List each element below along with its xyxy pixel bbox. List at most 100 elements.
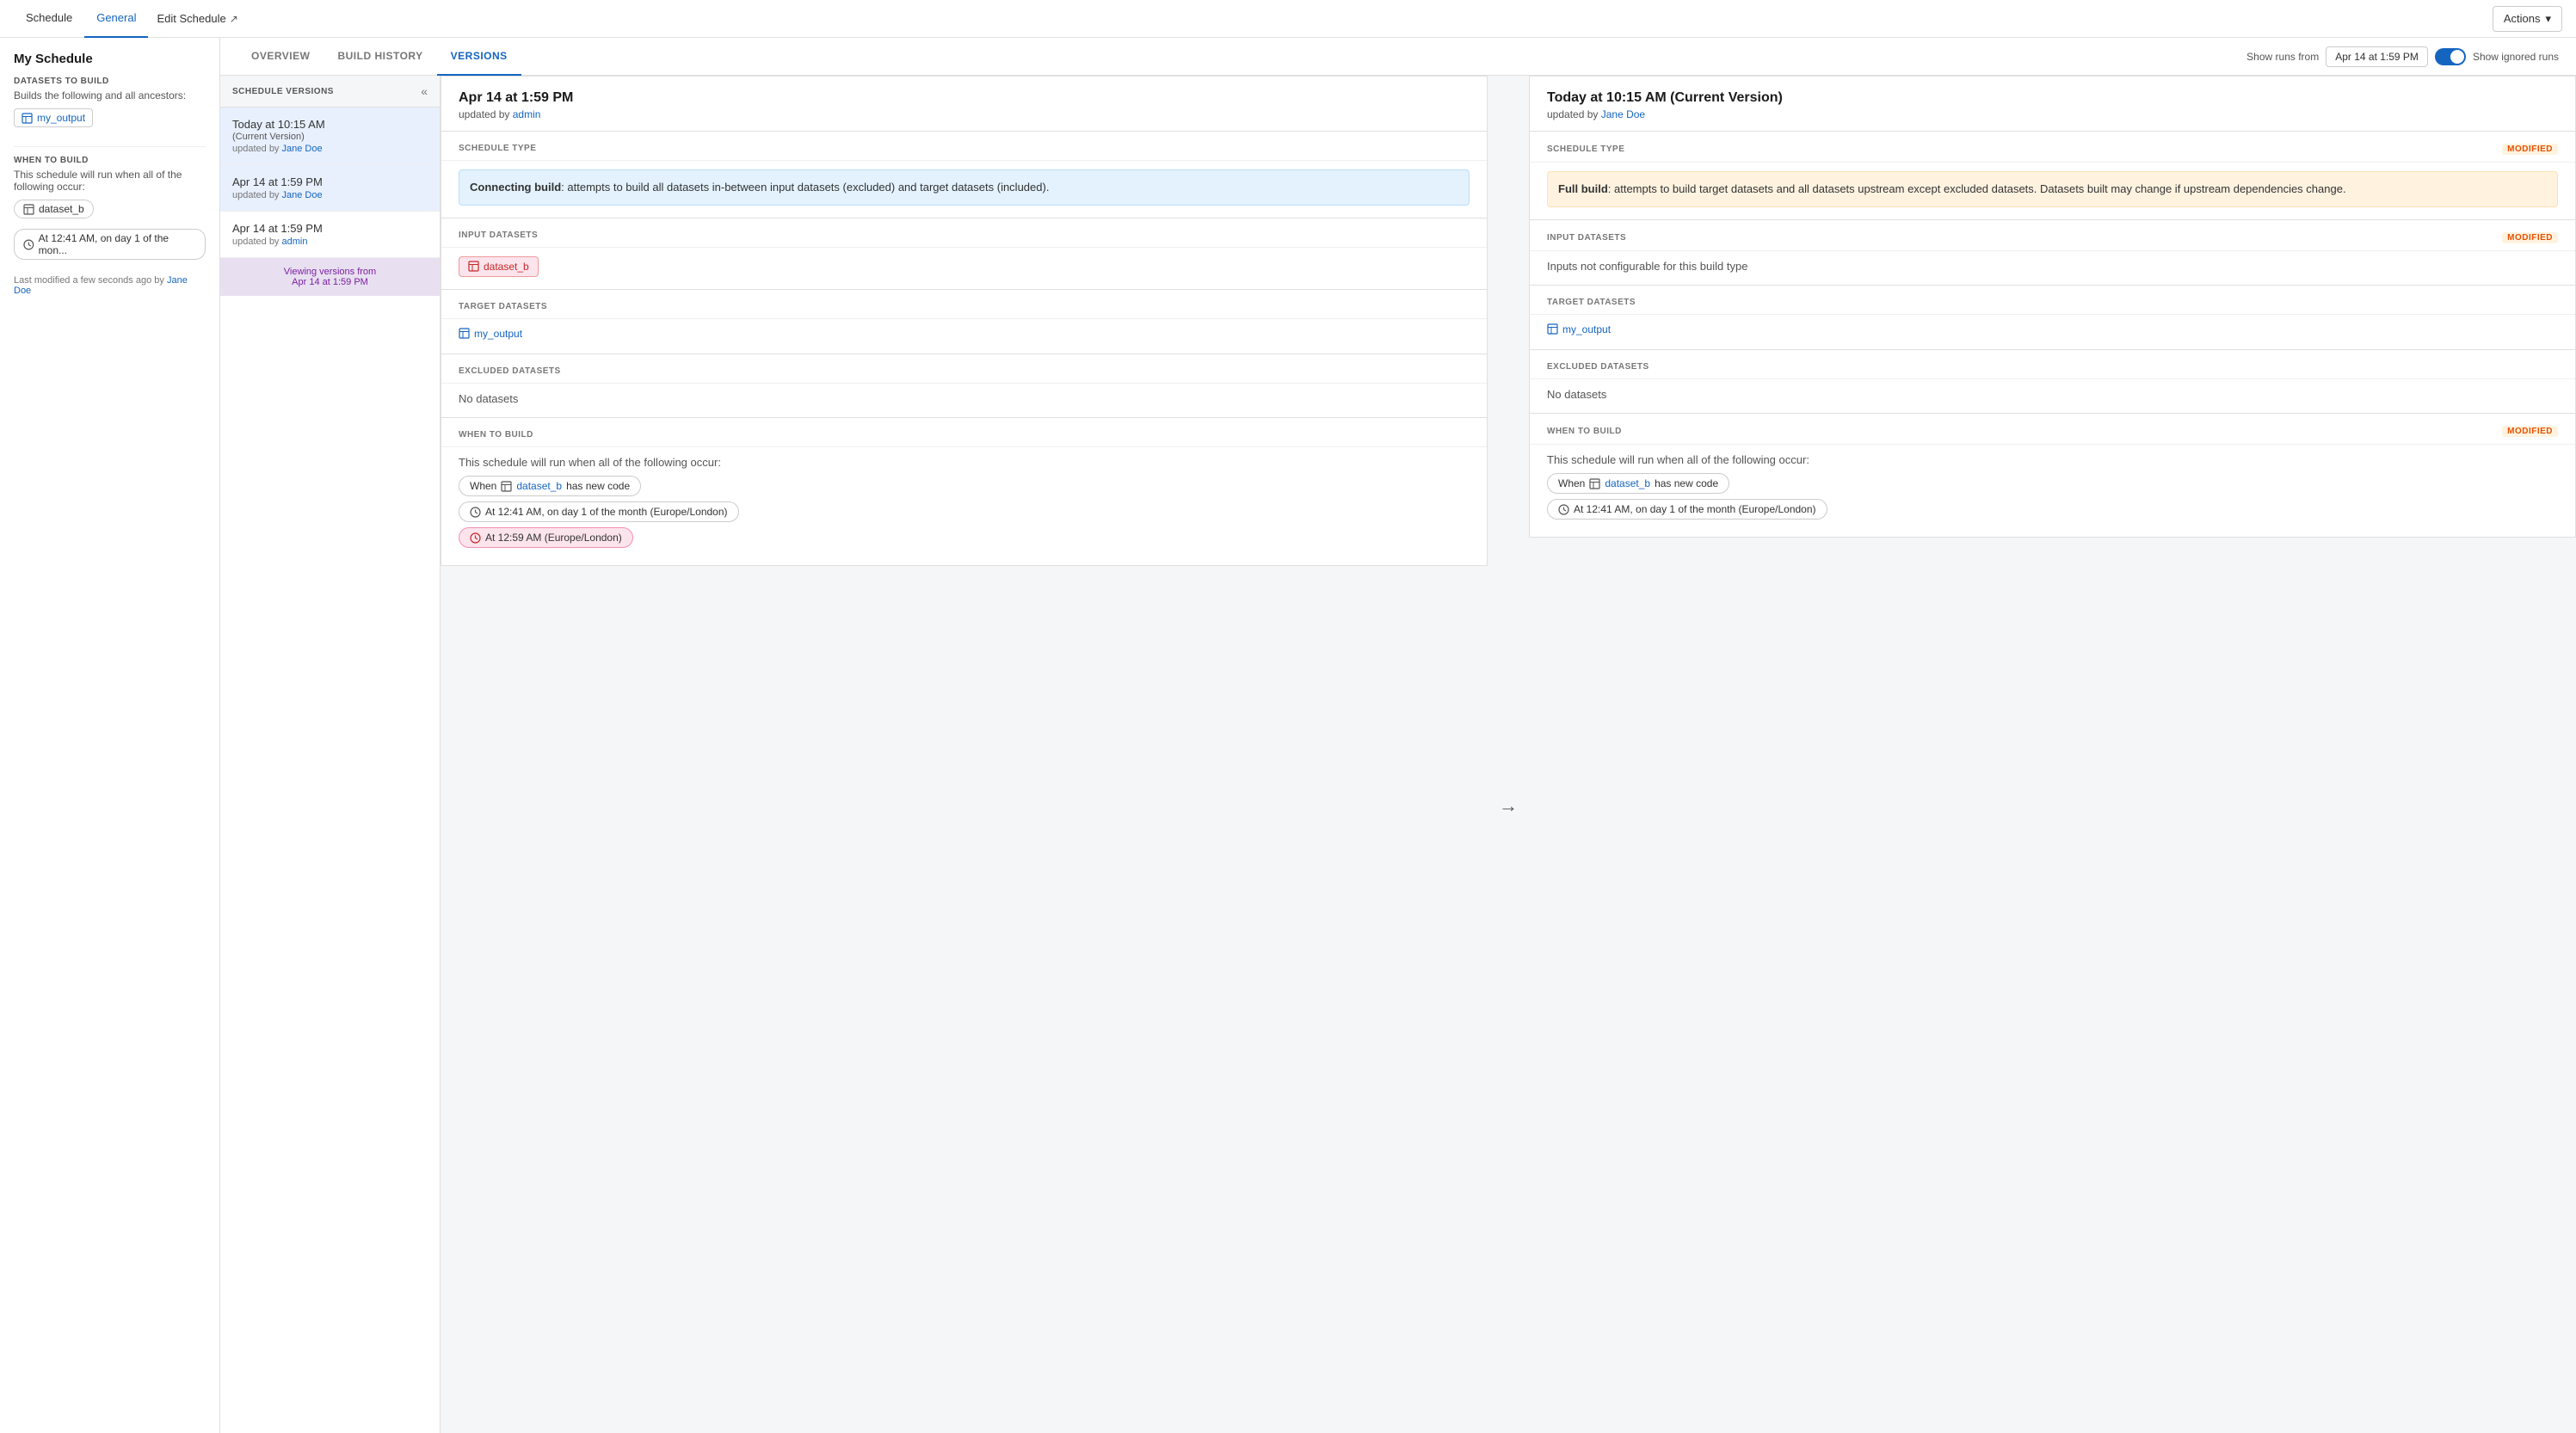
right-schedule-type-desc: : attempts to build target datasets and … [1608,182,2346,195]
version-item-1[interactable]: Today at 10:15 AM (Current Version) upda… [220,108,440,165]
tab-build-history[interactable]: BUILD HISTORY [324,38,436,76]
comparison-area: Apr 14 at 1:59 PM updated by admin SCHED… [441,76,2576,1433]
right-input-datasets-value: Inputs not configurable for this build t… [1547,260,1747,273]
right-cond1-table-icon [1589,478,1600,489]
left-when-to-build-content: This schedule will run when all of the f… [441,447,1487,565]
right-cond1-dataset: dataset_b [1605,477,1650,489]
left-schedule-type-desc: : attempts to build all datasets in-betw… [561,181,1049,194]
right-excluded-datasets-header: EXCLUDED DATASETS [1530,350,2575,379]
nav-tab-general[interactable]: General [84,0,148,38]
version-2-date: Apr 14 at 1:59 PM [232,175,428,188]
left-input-datasets-section: INPUT DATASETS dataset_b [441,218,1488,290]
datasets-to-build-label: DATASETS TO BUILD [14,77,206,86]
show-ignored-toggle[interactable] [2435,48,2466,65]
left-input-dataset-chip[interactable]: dataset_b [459,256,539,277]
right-col-header: Today at 10:15 AM (Current Version) upda… [1529,76,2576,132]
left-excluded-datasets-section: EXCLUDED DATASETS No datasets [441,354,1488,418]
collapse-panel-button[interactable]: « [421,84,428,98]
right-when-to-build-label: WHEN TO BUILD Modified [1547,426,2558,437]
viewing-from-box: Viewing versions from Apr 14 at 1:59 PM [220,258,440,296]
left-cond3-clock-icon [470,532,481,544]
left-target-datasets-label: TARGET DATASETS [459,302,1470,311]
tab-versions[interactable]: VERSIONS [437,38,521,76]
left-target-dataset-chip[interactable]: my_output [459,328,522,340]
top-nav: Schedule General Edit Schedule ↗ Actions… [0,0,2576,38]
version-item-3[interactable]: Apr 14 at 1:59 PM updated by admin [220,212,440,258]
left-cond2-clock-icon [470,507,481,518]
left-col-header: Apr 14 at 1:59 PM updated by admin [441,76,1488,132]
right-schedule-type-section: SCHEDULE TYPE Modified Full build: attem… [1529,132,2576,220]
content-area: OVERVIEW BUILD HISTORY VERSIONS Show run… [220,38,2576,1433]
version-2-user[interactable]: Jane Doe [282,190,323,200]
version-3-user[interactable]: admin [282,237,308,247]
version-1-sub: (Current Version) [232,132,428,142]
condition-chip-time[interactable]: At 12:41 AM, on day 1 of the mon... [14,229,206,260]
left-col-user[interactable]: admin [513,108,541,120]
viewing-from-date: Apr 14 at 1:59 PM [292,277,368,287]
right-target-dataset-chip[interactable]: my_output [1547,323,1611,335]
sidebar-title: My Schedule [14,52,206,66]
left-condition-1[interactable]: When dataset_b has new code [459,476,641,496]
condition-chip-dataset[interactable]: dataset_b [14,200,94,218]
version-item-2[interactable]: Apr 14 at 1:59 PM updated by Jane Doe [220,165,440,212]
datasets-to-build-desc: Builds the following and all ancestors: [14,89,206,101]
left-condition-2[interactable]: At 12:41 AM, on day 1 of the month (Euro… [459,501,739,522]
left-excluded-datasets-header: EXCLUDED DATASETS [441,354,1487,384]
table-icon-2 [23,204,34,215]
left-schedule-type-header: SCHEDULE TYPE [441,132,1487,161]
right-target-datasets-label: TARGET DATASETS [1547,298,2558,307]
right-excluded-datasets-value: No datasets [1547,388,1606,401]
left-cond2-text: At 12:41 AM, on day 1 of the month (Euro… [485,506,728,518]
right-schedule-type-box: Full build: attempts to build target dat… [1547,171,2558,207]
right-excluded-datasets-label: EXCLUDED DATASETS [1547,362,2558,372]
right-target-datasets-section: TARGET DATASETS my_output [1529,286,2576,351]
output-dataset-chip[interactable]: my_output [14,108,93,127]
left-cond1-table-icon [501,481,512,492]
versions-panel: SCHEDULE VERSIONS « Today at 10:15 AM (C… [220,76,441,1433]
when-to-build-label: WHEN TO BUILD [14,156,206,165]
right-excluded-datasets-content: No datasets [1530,379,2575,413]
right-condition-2[interactable]: At 12:41 AM, on day 1 of the month (Euro… [1547,499,1827,520]
date-picker-button[interactable]: Apr 14 at 1:59 PM [2326,46,2428,67]
comparison-arrow: → [1488,76,1529,1433]
versions-panel-title: SCHEDULE VERSIONS [232,87,334,96]
left-when-to-build-header: WHEN TO BUILD [441,418,1487,447]
condition-dataset-label: dataset_b [39,203,84,215]
left-input-datasets-label: INPUT DATASETS [459,231,1470,240]
right-col-user[interactable]: Jane Doe [1601,108,1645,120]
right-schedule-type-content: Full build: attempts to build target dat… [1530,163,2575,219]
right-excluded-datasets-section: EXCLUDED DATASETS No datasets [1529,350,2576,414]
tab-bar: OVERVIEW BUILD HISTORY VERSIONS Show run… [220,38,2576,76]
right-cond2-text: At 12:41 AM, on day 1 of the month (Euro… [1574,503,1816,515]
right-target-dataset-name: my_output [1562,323,1611,335]
left-condition-1-when: When [470,480,496,492]
output-dataset-label: my_output [37,112,85,124]
left-target-dataset-name: my_output [474,328,522,340]
version-1-user[interactable]: Jane Doe [282,144,323,154]
sidebar: My Schedule DATASETS TO BUILD Builds the… [0,38,220,1433]
table-icon [22,113,33,124]
arrow-icon: → [1499,795,1518,817]
main-layout: My Schedule DATASETS TO BUILD Builds the… [0,38,2576,1433]
clock-icon [23,239,34,250]
left-target-datasets-content: my_output [441,319,1487,354]
right-schedule-type-label: SCHEDULE TYPE Modified [1547,144,2558,155]
right-schedule-type-modified-badge: Modified [2502,144,2558,155]
left-cond1-dataset: dataset_b [516,480,562,492]
left-schedule-type-label: SCHEDULE TYPE [459,144,1470,153]
right-input-datasets-section: INPUT DATASETS Modified Inputs not confi… [1529,220,2576,286]
left-when-desc: This schedule will run when all of the f… [459,456,1470,469]
right-condition-1[interactable]: When dataset_b has new code [1547,473,1729,494]
left-condition-3[interactable]: At 12:59 AM (Europe/London) [459,527,633,548]
nav-tab-schedule[interactable]: Schedule [14,0,84,38]
right-input-datasets-header: INPUT DATASETS Modified [1530,220,2575,251]
show-ignored-label: Show ignored runs [2473,51,2559,63]
left-cond3-text: At 12:59 AM (Europe/London) [485,532,622,544]
right-when-desc: This schedule will run when all of the f… [1547,453,2558,466]
right-input-modified-badge: Modified [2502,232,2558,243]
left-input-datasets-content: dataset_b [441,248,1487,289]
actions-button[interactable]: Actions ▾ [2493,6,2562,32]
viewing-from-label: Viewing versions from [284,267,376,277]
edit-schedule-link[interactable]: Edit Schedule ↗ [148,12,246,25]
tab-overview[interactable]: OVERVIEW [237,38,324,76]
